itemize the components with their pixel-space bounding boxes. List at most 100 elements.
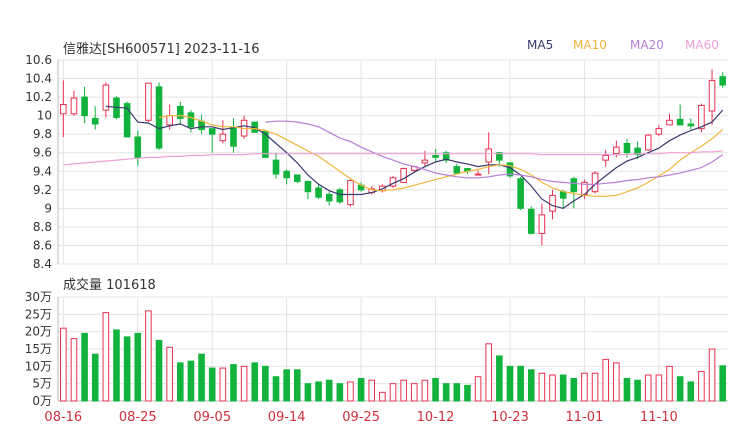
volume-bar	[336, 383, 344, 402]
candle-body	[708, 79, 716, 112]
date-tick-label: 11-10	[640, 410, 678, 425]
candle-body	[613, 146, 620, 155]
volume-bar	[208, 367, 216, 402]
volume-bar	[570, 377, 578, 402]
candle-body	[60, 104, 67, 115]
date-tick-label: 09-25	[342, 410, 380, 425]
candle-body	[623, 142, 631, 154]
volume-tick-label: 10万	[25, 359, 52, 373]
volume-bar	[155, 339, 163, 402]
candle-body	[559, 191, 567, 199]
candle-body	[325, 193, 333, 202]
stock-chart: 信雅达[SH600571] 2023-11-16 MA5 MA10 MA20 M…	[0, 0, 740, 440]
candle-body	[517, 178, 524, 209]
price-tick-label: 8.8	[33, 220, 52, 234]
candle-body	[208, 128, 216, 135]
volume-tick-label: 5万	[32, 377, 52, 391]
candle-body	[347, 180, 354, 206]
candle-body	[474, 173, 482, 176]
candle-body	[602, 155, 609, 161]
volume-bar	[591, 372, 599, 402]
candle-body	[145, 82, 152, 121]
price-tick-label: 10.6	[25, 53, 52, 67]
volume-bar	[123, 336, 131, 402]
volume-bar	[644, 374, 652, 402]
volume-bar	[177, 362, 184, 402]
candle-body	[315, 187, 322, 198]
price-tick-label: 9	[44, 201, 52, 215]
price-tick-label: 10.2	[25, 90, 52, 104]
volume-bar	[219, 367, 227, 402]
volume-bar	[145, 310, 152, 402]
candle-body	[230, 127, 237, 147]
volume-bar	[70, 338, 78, 402]
candle-body	[70, 97, 78, 115]
price-tick-label: 9.2	[33, 183, 52, 197]
candle-body	[400, 167, 407, 183]
volume-bar	[357, 377, 365, 402]
date-tick-label: 10-23	[491, 410, 529, 425]
candle-body	[219, 133, 227, 142]
volume-bar	[368, 379, 376, 402]
price-tick-label: 8.4	[33, 257, 52, 271]
volume-bar	[293, 369, 301, 402]
volume-bar	[91, 353, 99, 402]
price-tick-label: 9.6	[33, 146, 52, 160]
price-tick-label: 9.4	[33, 164, 52, 178]
date-tick-label: 09-14	[268, 410, 306, 425]
candle-body	[698, 104, 705, 130]
candle-body	[570, 178, 578, 193]
volume-bar	[655, 374, 663, 402]
volume-bar	[687, 381, 695, 402]
volume-bar	[464, 384, 471, 402]
volume-bar	[272, 376, 280, 402]
volume-bar	[549, 374, 556, 402]
candle-body	[549, 194, 556, 212]
candle-body	[485, 148, 493, 163]
candle-body	[655, 128, 663, 135]
candle-body	[432, 155, 439, 158]
volume-tick-label: 25万	[25, 307, 52, 321]
volume-bar	[602, 358, 609, 402]
candle-body	[666, 119, 673, 126]
volume-bar	[453, 383, 461, 402]
volume-bar	[527, 369, 535, 402]
volume-tick-label: 15万	[25, 342, 52, 356]
volume-bar	[315, 381, 322, 402]
volume-bar	[187, 360, 195, 402]
volume-bar	[421, 379, 429, 402]
volume-tick-label: 0万	[32, 394, 52, 408]
volume-bar	[166, 346, 173, 402]
date-tick-label: 11-01	[566, 410, 604, 425]
volume-bar	[283, 369, 290, 402]
candle-body	[134, 136, 142, 158]
price-tick-label: 9.8	[33, 127, 52, 141]
volume-bar	[325, 379, 333, 402]
candle-body	[336, 189, 344, 203]
volume-tick-label: 30万	[25, 290, 52, 304]
volume-bar	[113, 329, 120, 402]
date-tick-label: 10-12	[417, 410, 455, 425]
volume-bar	[81, 332, 88, 402]
volume-bar	[432, 377, 439, 402]
candle-body	[676, 118, 684, 126]
candle-body	[687, 123, 695, 127]
volume-bar	[134, 332, 142, 402]
candle-body	[527, 208, 535, 234]
candle-body	[719, 76, 726, 86]
volume-bar	[262, 365, 269, 402]
candle-body	[293, 174, 301, 182]
candle-body	[453, 166, 461, 174]
volume-bar	[379, 391, 386, 402]
candle-body	[81, 96, 88, 117]
candle-body	[187, 112, 195, 128]
volume-bar	[230, 364, 237, 402]
price-tick-label: 8.6	[33, 238, 52, 252]
volume-bar	[496, 355, 503, 402]
volume-bar	[517, 365, 524, 402]
date-tick-label: 08-16	[44, 410, 82, 425]
price-tick-label: 10.4	[25, 72, 52, 86]
candle-body	[177, 105, 184, 119]
volume-bar	[60, 327, 67, 402]
volume-bar	[240, 365, 248, 402]
